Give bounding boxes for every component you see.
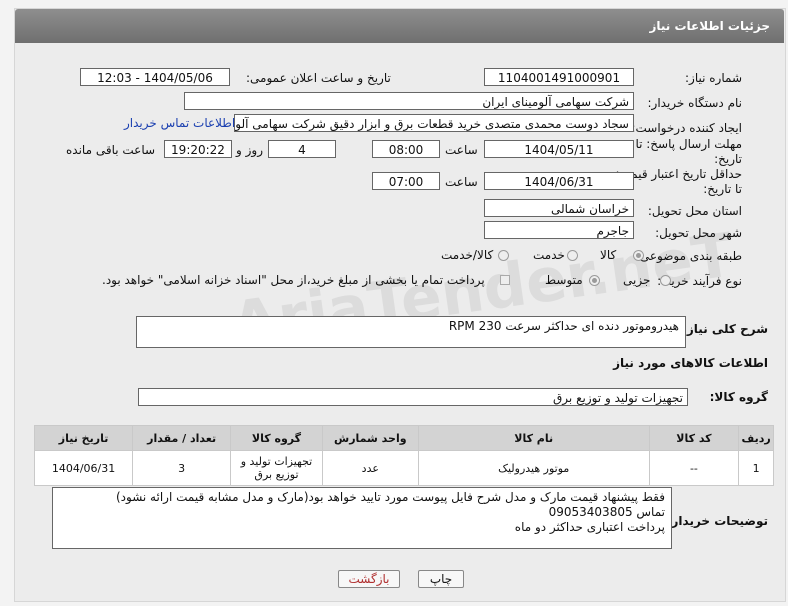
buyer-org-label: نام دستگاه خریدار: xyxy=(647,96,743,110)
cell-goods-group: تجهیزات تولید و توزیع برق xyxy=(230,450,323,486)
purchase-option-medium: متوسط xyxy=(545,273,583,287)
category-radio-service[interactable] xyxy=(567,250,578,261)
col-need-date: تاریخ نیاز xyxy=(33,425,134,451)
time-remaining-label: ساعت باقی مانده xyxy=(66,143,156,157)
cell-row-number: 1 xyxy=(738,450,774,486)
category-option-service: خدمت xyxy=(533,248,565,262)
goods-table: ردیف کد کالا نام کالا واحد شمارش گروه کا… xyxy=(33,425,774,486)
need-number-label: شماره نیاز: xyxy=(685,71,742,85)
category-option-goods-service: کالا/خدمت xyxy=(441,248,494,262)
goods-group-field[interactable]: تجهیزات تولید و توزیع برق xyxy=(138,388,688,406)
price-validity-time-label: ساعت xyxy=(445,175,478,189)
response-time-label: ساعت xyxy=(445,143,478,157)
province-label: استان محل تحویل: xyxy=(647,204,742,218)
requester-label: ایجاد کننده درخواست: xyxy=(631,121,742,135)
cell-quantity: 3 xyxy=(132,450,232,486)
response-deadline-label: مهلت ارسال پاسخ: تا تاریخ: xyxy=(635,137,742,166)
cell-goods-code: -- xyxy=(648,450,740,486)
cell-unit: عدد xyxy=(321,450,419,486)
description-label: شرح کلی نیاز: xyxy=(682,322,768,336)
price-validity-date-field[interactable]: 1404/06/31 xyxy=(484,172,634,190)
table-header-row: ردیف کد کالا نام کالا واحد شمارش گروه کا… xyxy=(33,425,774,451)
category-radio-goods-service[interactable] xyxy=(498,250,509,261)
announce-datetime-field[interactable]: 1404/05/06 - 12:03 xyxy=(80,68,230,86)
col-goods-group: گروه کالا xyxy=(230,425,323,451)
cell-need-date: 1404/06/31 xyxy=(33,450,134,486)
purchase-radio-medium[interactable] xyxy=(589,275,600,286)
print-button[interactable]: چاپ xyxy=(418,570,464,588)
goods-group-label: گروه کالا: xyxy=(709,390,768,404)
table-row[interactable]: 1 -- موتور هیدرولیک عدد تجهیزات تولید و … xyxy=(33,450,774,486)
category-option-goods: کالا xyxy=(600,248,617,262)
goods-section-title: اطلاعات کالاهای مورد نیاز xyxy=(613,356,768,370)
treasury-payment-checkbox[interactable] xyxy=(500,275,510,285)
category-label: طبقه بندی موضوعی: xyxy=(635,249,742,263)
category-radio-goods[interactable] xyxy=(633,250,644,261)
days-label: روز و xyxy=(236,143,263,157)
page-header: جزئیات اطلاعات نیاز xyxy=(15,9,784,43)
buyer-contact-link[interactable]: اطلاعات تماس خریدار xyxy=(124,116,235,130)
purchase-radio-minor[interactable] xyxy=(660,275,671,286)
days-remaining-field[interactable]: 4 xyxy=(268,140,336,158)
description-textarea[interactable]: هیدروموتور دنده ای حداکثر سرعت 230 RPM xyxy=(136,316,686,348)
need-number-field[interactable]: 1104001491000901 xyxy=(484,68,634,86)
col-goods-code: کد کالا xyxy=(648,425,740,451)
price-validity-time-field[interactable]: 07:00 xyxy=(372,172,440,190)
col-quantity: تعداد / مقدار xyxy=(132,425,232,451)
buyer-org-field[interactable]: شرکت سهامی آلومینای ایران xyxy=(184,92,634,110)
col-goods-name: نام کالا xyxy=(417,425,650,451)
col-row-number: ردیف xyxy=(738,425,774,451)
time-remaining-field[interactable]: 19:20:22 xyxy=(164,140,232,158)
page-title: جزئیات اطلاعات نیاز xyxy=(649,19,770,33)
back-button[interactable]: بازگشت xyxy=(338,570,400,588)
purchase-option-minor: جزیی xyxy=(623,273,651,287)
announce-datetime-label: تاریخ و ساعت اعلان عمومی: xyxy=(246,71,391,85)
response-date-field[interactable]: 1404/05/11 xyxy=(484,140,634,158)
city-field[interactable]: جاجرم xyxy=(484,221,634,239)
city-label: شهر محل تحویل: xyxy=(655,226,742,240)
response-time-field[interactable]: 08:00 xyxy=(372,140,440,158)
buyer-notes-textarea[interactable]: فقط پیشنهاد قیمت مارک و مدل شرح فایل پیو… xyxy=(52,487,672,549)
requester-field[interactable]: سجاد دوست محمدی متصدی خرید قطعات برق و ا… xyxy=(234,114,634,132)
col-unit: واحد شمارش xyxy=(321,425,419,451)
cell-goods-name: موتور هیدرولیک xyxy=(417,450,650,486)
province-field[interactable]: خراسان شمالی xyxy=(484,199,634,217)
buyer-notes-label: توضیحات خریدار: xyxy=(666,514,768,528)
treasury-payment-note: پرداخت تمام یا بخشی از مبلغ خرید،از محل … xyxy=(102,273,485,287)
